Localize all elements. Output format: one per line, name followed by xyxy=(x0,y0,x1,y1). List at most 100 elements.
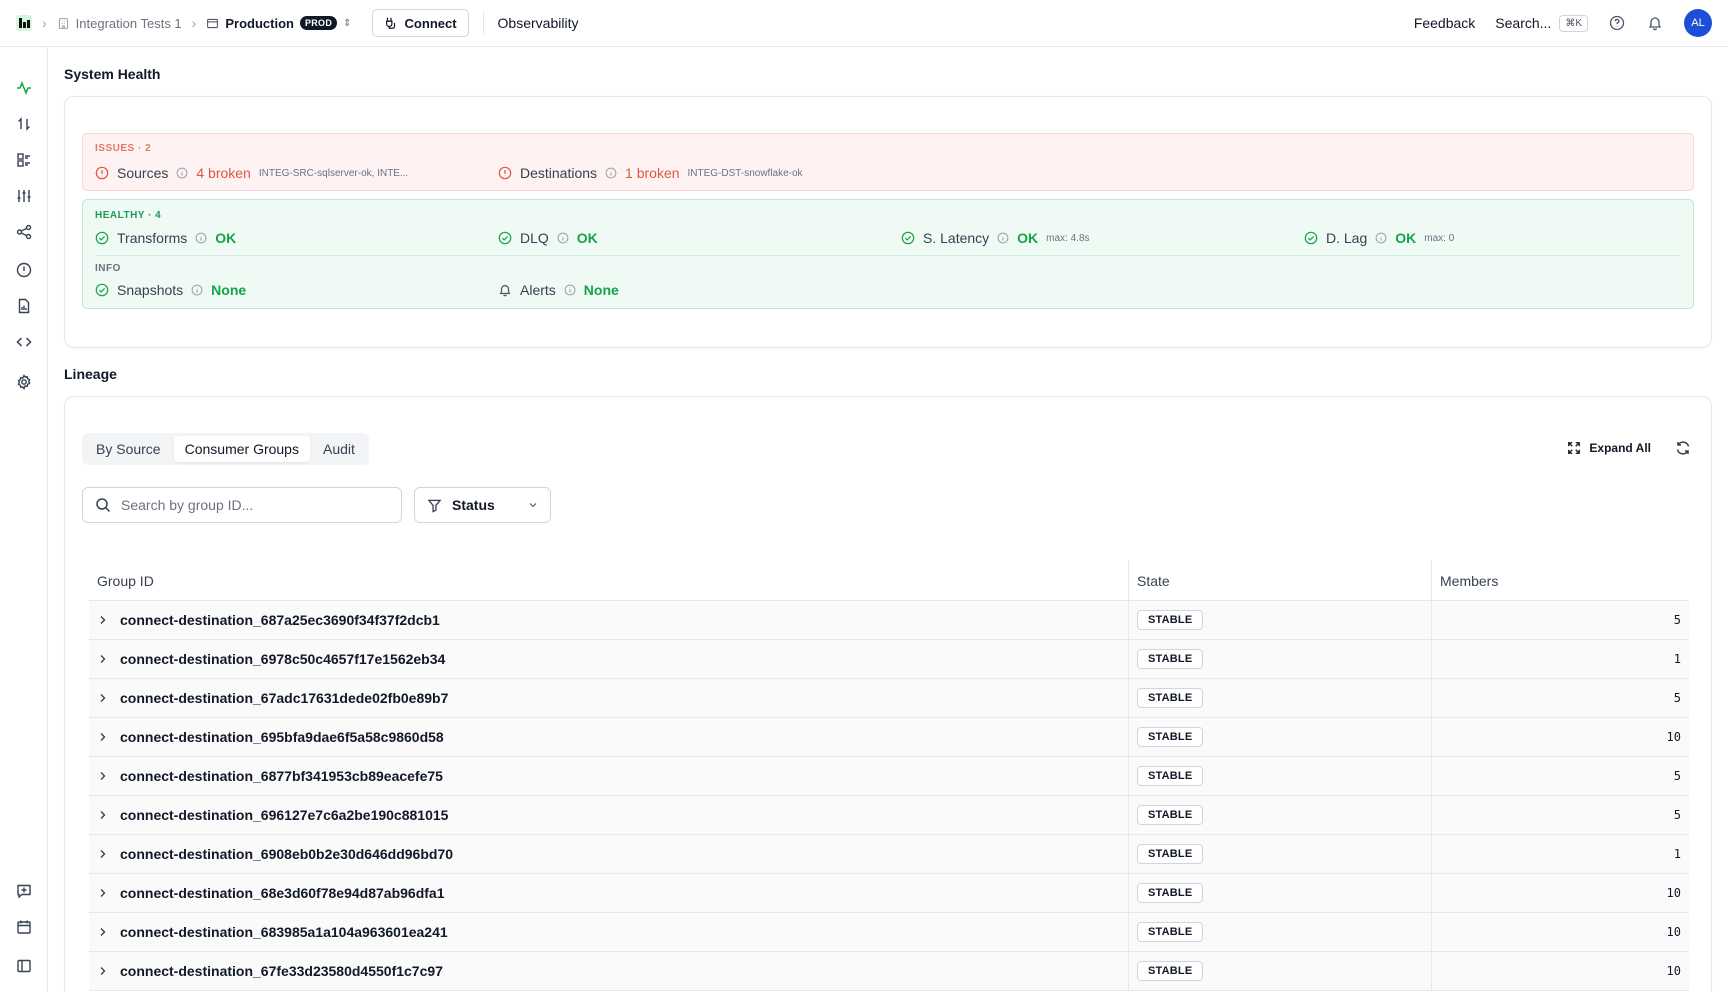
group-id[interactable]: connect-destination_6908eb0b2e30d646dd96… xyxy=(120,846,453,862)
tab-by-source[interactable]: By Source xyxy=(85,436,172,462)
table-row[interactable]: connect-destination_695bfa9dae6f5a58c986… xyxy=(89,718,1689,757)
chevron-right-icon[interactable] xyxy=(98,810,108,820)
table-row[interactable]: connect-destination_67adc17631dede02fb0e… xyxy=(89,679,1689,718)
column-header-members[interactable]: Members xyxy=(1432,561,1689,600)
tab-consumer-groups[interactable]: Consumer Groups xyxy=(173,436,310,462)
members-cell: 1 xyxy=(1673,847,1681,861)
environment-badge: PROD xyxy=(299,16,338,30)
divider xyxy=(482,11,484,35)
chevron-right-icon[interactable] xyxy=(98,888,108,898)
breadcrumb-project[interactable]: Integration Tests 1 xyxy=(57,16,182,31)
metric-snapshots[interactable]: Snapshots None xyxy=(95,282,246,298)
status-filter-label: Status xyxy=(452,497,495,513)
search-button[interactable]: Search... ⌘K xyxy=(1495,14,1588,32)
document-icon[interactable] xyxy=(14,296,34,316)
members-cell: 10 xyxy=(1666,730,1681,744)
table-row[interactable]: connect-destination_67fe33d23580d4550f1c… xyxy=(89,952,1689,991)
members-cell: 5 xyxy=(1673,613,1681,627)
chevron-right-icon[interactable] xyxy=(98,693,108,703)
group-search-input[interactable]: Search by group ID... xyxy=(82,487,402,523)
group-id[interactable]: connect-destination_696127e7c6a2be190c88… xyxy=(120,807,448,823)
lineage-card: By Source Consumer Groups Audit Expand A… xyxy=(64,396,1712,992)
chevron-right-icon[interactable] xyxy=(98,654,108,664)
chevron-right-icon[interactable] xyxy=(98,966,108,976)
environment-selector[interactable]: Production PROD ⇕ xyxy=(206,16,352,31)
group-id[interactable]: connect-destination_67fe33d23580d4550f1c… xyxy=(120,963,443,979)
alert-icon[interactable] xyxy=(14,260,34,280)
app-logo-icon[interactable] xyxy=(16,15,32,31)
bell-icon[interactable] xyxy=(1646,14,1664,32)
list-icon[interactable] xyxy=(14,150,34,170)
state-cell: STABLE xyxy=(1129,796,1432,834)
metric-value: None xyxy=(583,282,619,298)
expand-all-button[interactable]: Expand All xyxy=(1567,441,1651,455)
metric-destination-lag[interactable]: D. Lag OK max: 0 xyxy=(1304,230,1454,246)
chevron-right-icon[interactable] xyxy=(98,927,108,937)
group-id[interactable]: connect-destination_687a25ec3690f34f37f2… xyxy=(120,612,440,628)
info-icon[interactable] xyxy=(557,232,569,244)
group-id[interactable]: connect-destination_68e3d60f78e94d87ab96… xyxy=(120,885,444,901)
info-icon[interactable] xyxy=(997,232,1009,244)
info-icon[interactable] xyxy=(605,167,617,179)
column-header-group-id[interactable]: Group ID xyxy=(89,561,1129,600)
metric-name: Alerts xyxy=(520,282,556,298)
connect-label: Connect xyxy=(404,15,457,31)
metric-name: Destinations xyxy=(520,165,598,181)
info-icon[interactable] xyxy=(176,167,188,179)
info-icon[interactable] xyxy=(191,284,203,296)
chat-plus-icon[interactable] xyxy=(14,881,34,901)
metric-detail: max: 4.8s xyxy=(1046,232,1090,244)
metric-value: 4 broken xyxy=(196,165,251,181)
chevron-right-icon[interactable] xyxy=(98,732,108,742)
group-id[interactable]: connect-destination_683985a1a104a963601e… xyxy=(120,924,448,940)
transfer-icon[interactable] xyxy=(14,114,34,134)
chevron-right-icon[interactable] xyxy=(98,849,108,859)
feedback-button[interactable]: Feedback xyxy=(1414,15,1475,31)
user-avatar[interactable]: AL xyxy=(1684,9,1712,37)
table-row[interactable]: connect-destination_687a25ec3690f34f37f2… xyxy=(89,601,1689,640)
state-badge: STABLE xyxy=(1137,610,1204,630)
metric-value: None xyxy=(211,282,247,298)
metric-dlq[interactable]: DLQ OK xyxy=(498,230,598,246)
panel-icon[interactable] xyxy=(14,956,34,976)
settings-icon[interactable] xyxy=(14,372,34,392)
calendar-icon[interactable] xyxy=(14,917,34,937)
group-id[interactable]: connect-destination_6978c50c4657f17e1562… xyxy=(120,651,445,667)
chevron-right-icon: › xyxy=(42,15,47,31)
connect-button[interactable]: Connect xyxy=(371,9,469,37)
info-icon[interactable] xyxy=(195,232,207,244)
group-id[interactable]: connect-destination_6877bf341953cb89eace… xyxy=(120,768,443,784)
info-icon[interactable] xyxy=(1375,232,1387,244)
status-filter-dropdown[interactable]: Status xyxy=(414,487,551,523)
table-row[interactable]: connect-destination_6908eb0b2e30d646dd96… xyxy=(89,835,1689,874)
refresh-icon[interactable] xyxy=(1675,440,1691,459)
table-row[interactable]: connect-destination_696127e7c6a2be190c88… xyxy=(89,796,1689,835)
table-row[interactable]: connect-destination_6877bf341953cb89eace… xyxy=(89,757,1689,796)
help-icon[interactable] xyxy=(1608,14,1626,32)
metric-transforms[interactable]: Transforms OK xyxy=(95,230,236,246)
chevron-right-icon[interactable] xyxy=(98,771,108,781)
table-row[interactable]: connect-destination_68e3d60f78e94d87ab96… xyxy=(89,874,1689,913)
activity-icon[interactable] xyxy=(14,78,34,98)
sliders-icon[interactable] xyxy=(14,186,34,206)
tab-audit[interactable]: Audit xyxy=(312,436,366,462)
table-row[interactable]: connect-destination_6978c50c4657f17e1562… xyxy=(89,640,1689,679)
metric-alerts[interactable]: Alerts None xyxy=(498,282,619,298)
group-id[interactable]: connect-destination_695bfa9dae6f5a58c986… xyxy=(120,729,444,745)
state-cell: STABLE xyxy=(1129,757,1432,795)
state-badge: STABLE xyxy=(1137,688,1204,708)
chevron-right-icon: › xyxy=(191,15,197,31)
metric-destinations[interactable]: Destinations 1 broken INTEG-DST-snowflak… xyxy=(498,165,803,181)
group-id-cell: connect-destination_6877bf341953cb89eace… xyxy=(89,757,1129,795)
column-header-state[interactable]: State xyxy=(1129,561,1432,600)
group-id[interactable]: connect-destination_67adc17631dede02fb0e… xyxy=(120,690,448,706)
chevron-right-icon[interactable] xyxy=(98,615,108,625)
table-row[interactable]: connect-destination_683985a1a104a963601e… xyxy=(89,913,1689,952)
share-icon[interactable] xyxy=(14,222,34,242)
metric-sources[interactable]: Sources 4 broken INTEG-SRC-sqlserver-ok,… xyxy=(95,165,408,181)
info-icon[interactable] xyxy=(564,284,576,296)
state-cell: STABLE xyxy=(1129,835,1432,873)
metric-source-latency[interactable]: S. Latency OK max: 4.8s xyxy=(901,230,1090,246)
code-icon[interactable] xyxy=(14,332,34,352)
metric-value: OK xyxy=(1395,230,1417,246)
